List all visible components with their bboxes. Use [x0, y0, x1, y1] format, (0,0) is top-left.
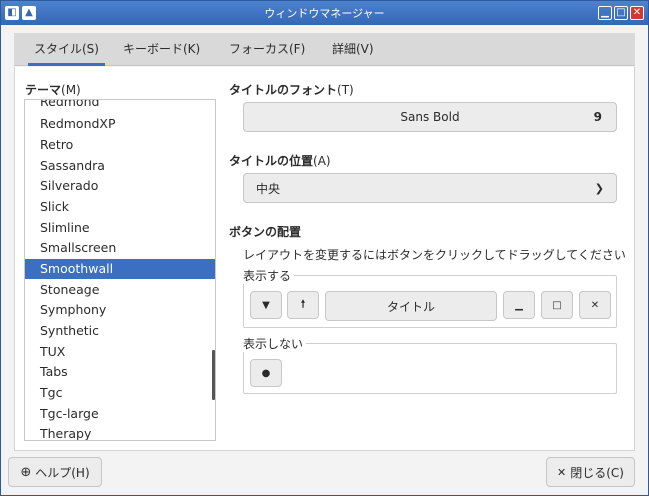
font-size: 9	[593, 110, 602, 124]
circle-icon: ●	[261, 367, 271, 379]
tab-focus[interactable]: フォーカス(F)	[229, 33, 305, 66]
lifebuoy-icon: ⊕	[20, 464, 32, 480]
tab-style[interactable]: スタイル(S)	[28, 33, 105, 66]
close-label: 閉じる(C)	[570, 465, 624, 480]
stick-button-handle[interactable]: 🠕	[287, 291, 319, 319]
list-item[interactable]: Smallscreen	[25, 238, 205, 258]
title-font-label-text: タイトルのフォント	[229, 83, 338, 97]
list-item[interactable]: Sassandra	[25, 156, 205, 176]
list-item[interactable]: Synthetic	[25, 321, 205, 341]
close-x-icon: ✕	[557, 465, 567, 479]
title-position-select[interactable]: 中央 ❯	[243, 173, 617, 203]
title-position-label-text: タイトルの位置	[229, 154, 314, 168]
list-item[interactable]: Slimline	[25, 218, 205, 238]
button-layout-hint: レイアウトを変更するにはボタンをクリックしてドラッグしてください	[243, 248, 626, 262]
title-bar-right-controls: ▁ □ ✕	[598, 6, 644, 20]
window-title: ウィンドウマネージャー	[264, 7, 385, 20]
button-layout-label: ボタンの配置	[229, 225, 302, 239]
help-label: ヘルプ(H)	[35, 465, 90, 480]
shade-button-handle[interactable]: ●	[250, 359, 282, 387]
font-name: Sans Bold	[400, 110, 460, 124]
maximize-icon: □	[552, 299, 562, 311]
list-item[interactable]: Silverado	[25, 176, 205, 196]
close-button-handle[interactable]: ✕	[579, 291, 611, 319]
title-position-value: 中央	[256, 181, 281, 196]
title-button-handle[interactable]: タイトル	[325, 291, 497, 321]
list-item-selected[interactable]: Smoothwall	[25, 259, 215, 279]
arrow-up-icon: 🠕	[300, 298, 306, 310]
tab-bar: スタイル(S) キーボード(K) フォーカス(F) 詳細(V)	[14, 33, 635, 66]
maximize-icon[interactable]: □	[614, 6, 628, 20]
title-bar[interactable]: ◧ ▲ ウィンドウマネージャー ▁ □ ✕	[1, 1, 648, 25]
title-font-label-mnemonic: (T)	[337, 83, 354, 97]
list-item[interactable]: Stoneage	[25, 280, 205, 300]
list-item[interactable]: Tabs	[25, 362, 205, 382]
tab-keyboard[interactable]: キーボード(K)	[123, 33, 200, 66]
list-item[interactable]: Tgc	[25, 383, 205, 403]
title-button-label: タイトル	[386, 299, 435, 314]
list-item[interactable]: Symphony	[25, 300, 205, 320]
title-font-label: タイトルのフォント(T)	[229, 81, 354, 98]
tab-advanced[interactable]: 詳細(V)	[332, 33, 374, 66]
list-item[interactable]: TUX	[25, 342, 205, 362]
shown-buttons-label: 表示する	[243, 267, 295, 284]
list-item[interactable]: Redmond	[25, 100, 205, 112]
window: ◧ ▲ ウィンドウマネージャー ▁ □ ✕ スタイル(S) キーボード(K) フ…	[0, 0, 649, 496]
close-icon: ✕	[590, 299, 600, 311]
theme-list[interactable]: Redmond RedmondXP Retro Sassandra Silver…	[24, 99, 216, 441]
title-font-button[interactable]: Sans Bold 9	[243, 102, 617, 132]
theme-label-mnemonic: (M)	[61, 83, 81, 97]
maximize-button-handle[interactable]: □	[541, 291, 573, 319]
theme-label: テーマ(M)	[25, 81, 81, 98]
scrollbar-indicator[interactable]	[212, 350, 215, 400]
close-button[interactable]: ✕ 閉じる(C)	[546, 457, 635, 487]
hidden-buttons-label: 表示しない	[243, 335, 307, 352]
chevron-down-icon: ❯	[594, 181, 604, 195]
close-icon[interactable]: ✕	[630, 6, 644, 20]
list-item[interactable]: Tgc-large	[25, 404, 205, 424]
minimize-button-handle[interactable]: ▁	[503, 291, 535, 319]
minimize-icon: ▁	[515, 299, 523, 311]
list-item[interactable]: RedmondXP	[25, 114, 205, 134]
list-item[interactable]: Therapy	[25, 424, 205, 440]
menu-button-handle[interactable]: ▼	[250, 291, 282, 319]
list-item[interactable]: Retro	[25, 135, 205, 155]
title-position-label: タイトルの位置(A)	[229, 152, 331, 169]
theme-label-text: テーマ	[25, 83, 62, 97]
help-button[interactable]: ⊕ ヘルプ(H)	[8, 457, 102, 487]
list-item[interactable]: Slick	[25, 197, 205, 217]
minimize-icon[interactable]: ▁	[598, 6, 612, 20]
title-position-label-mnemonic: (A)	[313, 154, 331, 168]
triangle-down-icon: ▼	[262, 299, 270, 311]
